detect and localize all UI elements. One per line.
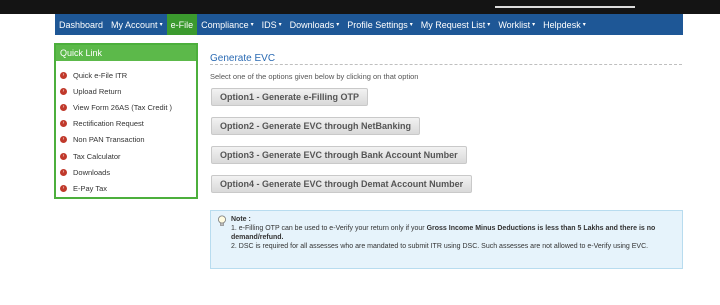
nav-item-worklist[interactable]: Worklist ▾ [494, 14, 539, 35]
quick-link-item[interactable]: › View Form 26AS (Tax Credit ) [60, 99, 196, 115]
title-divider [210, 64, 682, 65]
chevron-down-icon: ▾ [582, 22, 586, 28]
chevron-down-icon: ▾ [487, 22, 491, 28]
bullet-arrow-icon: › [60, 184, 67, 192]
quick-link-list: › Quick e-File ITR › Upload Return › View For… [56, 61, 196, 197]
note-line-1: 1. e-Filling OTP can be used to e-Verify… [231, 224, 676, 242]
nav-item-profile-settings[interactable]: Profile Settings ▾ [343, 14, 417, 35]
quick-link-panel: Quick Link › Quick e-File ITR › Upload Retu… [54, 43, 198, 199]
quick-link-title: Quick Link [56, 45, 196, 61]
quick-link-label: View Form 26AS (Tax Credit ) [73, 102, 173, 112]
nav-item-label: My Request List [420, 19, 486, 30]
nav-item-downloads[interactable]: Downloads ▾ [286, 14, 344, 35]
quick-link-item[interactable]: › Rectification Request [60, 116, 196, 132]
chevron-down-icon: ▾ [278, 22, 282, 28]
chevron-down-icon: ▾ [250, 22, 254, 28]
nav-item-label: Worklist [498, 19, 531, 30]
quick-link-label: Downloads [73, 167, 111, 177]
quick-link-item[interactable]: › E-Pay Tax [60, 180, 196, 196]
quick-link-label: Tax Calculator [73, 151, 121, 161]
chevron-down-icon: ▾ [409, 22, 413, 28]
note-line-1-text: 1. e-Filling OTP can be used to e-Verify… [231, 225, 427, 232]
bullet-arrow-icon: › [60, 152, 67, 160]
quick-link-item[interactable]: › Non PAN Transaction [60, 132, 196, 148]
nav-item-my-account[interactable]: My Account ▾ [107, 14, 167, 35]
quick-link-item[interactable]: › Quick e-File ITR [60, 67, 196, 83]
option4-button[interactable]: Option4 - Generate EVC through Demat Acc… [211, 175, 473, 193]
nav-item-label: Downloads [289, 19, 335, 30]
nav-item-helpdesk[interactable]: Helpdesk ▾ [539, 14, 590, 35]
option1-button[interactable]: Option1 - Generate e-Filling OTP [211, 88, 369, 106]
note-title: Note : [231, 216, 251, 223]
nav-item-e-file[interactable]: e-File [166, 14, 198, 35]
chevron-down-icon: ▾ [159, 22, 163, 28]
quick-link-label: Quick e-File ITR [73, 70, 128, 80]
option3-button[interactable]: Option3 - Generate EVC through Bank Acco… [211, 146, 467, 164]
nav-item-label: My Account [111, 19, 158, 30]
main-nav: Dashboard My Account ▾ e-File Compliance ▾ IDS… [55, 14, 683, 35]
quick-link-item[interactable]: › Tax Calculator [60, 148, 196, 164]
quick-link-label: Rectification Request [73, 119, 144, 129]
chevron-down-icon: ▾ [336, 22, 340, 28]
bullet-arrow-icon: › [60, 87, 67, 95]
nav-item-label: Dashboard [59, 19, 104, 30]
chevron-down-icon: ▾ [532, 22, 536, 28]
note-line-2: 2. DSC is required for all assesses who … [231, 243, 649, 250]
bullet-arrow-icon: › [60, 120, 67, 128]
bullet-arrow-icon: › [60, 71, 67, 79]
nav-item-compliance[interactable]: Compliance ▾ [197, 14, 258, 35]
page-title: Generate EVC [210, 53, 276, 64]
quick-link-label: Non PAN Transaction [73, 135, 145, 145]
top-bar-line [495, 6, 635, 8]
nav-item-label: Profile Settings [347, 19, 408, 30]
nav-item-label: e-File [170, 19, 194, 30]
option2-button[interactable]: Option2 - Generate EVC through NetBankin… [211, 117, 421, 135]
left-margin [0, 14, 55, 305]
bullet-arrow-icon: › [60, 168, 67, 176]
lightbulb-icon [218, 215, 226, 226]
quick-link-item[interactable]: › Upload Return [60, 83, 196, 99]
quick-link-label: Upload Return [73, 86, 122, 96]
nav-item-label: Helpdesk [543, 19, 581, 30]
nav-item-my-request-list[interactable]: My Request List ▾ [417, 14, 495, 35]
bullet-arrow-icon: › [60, 136, 67, 144]
nav-item-ids[interactable]: IDS ▾ [258, 14, 286, 35]
nav-item-label: IDS [261, 19, 277, 30]
page: Dashboard My Account ▾ e-File Compliance ▾ IDS… [0, 0, 720, 305]
bullet-arrow-icon: › [60, 103, 67, 111]
note-box: Note : 1. e-Filling OTP can be used to e… [210, 210, 683, 269]
nav-item-label: Compliance [201, 19, 249, 30]
instruction-text: Select one of the options given below by… [210, 72, 419, 81]
quick-link-item[interactable]: › Downloads [60, 164, 196, 180]
nav-item-dashboard[interactable]: Dashboard [55, 14, 107, 35]
quick-link-label: E-Pay Tax [73, 183, 108, 193]
